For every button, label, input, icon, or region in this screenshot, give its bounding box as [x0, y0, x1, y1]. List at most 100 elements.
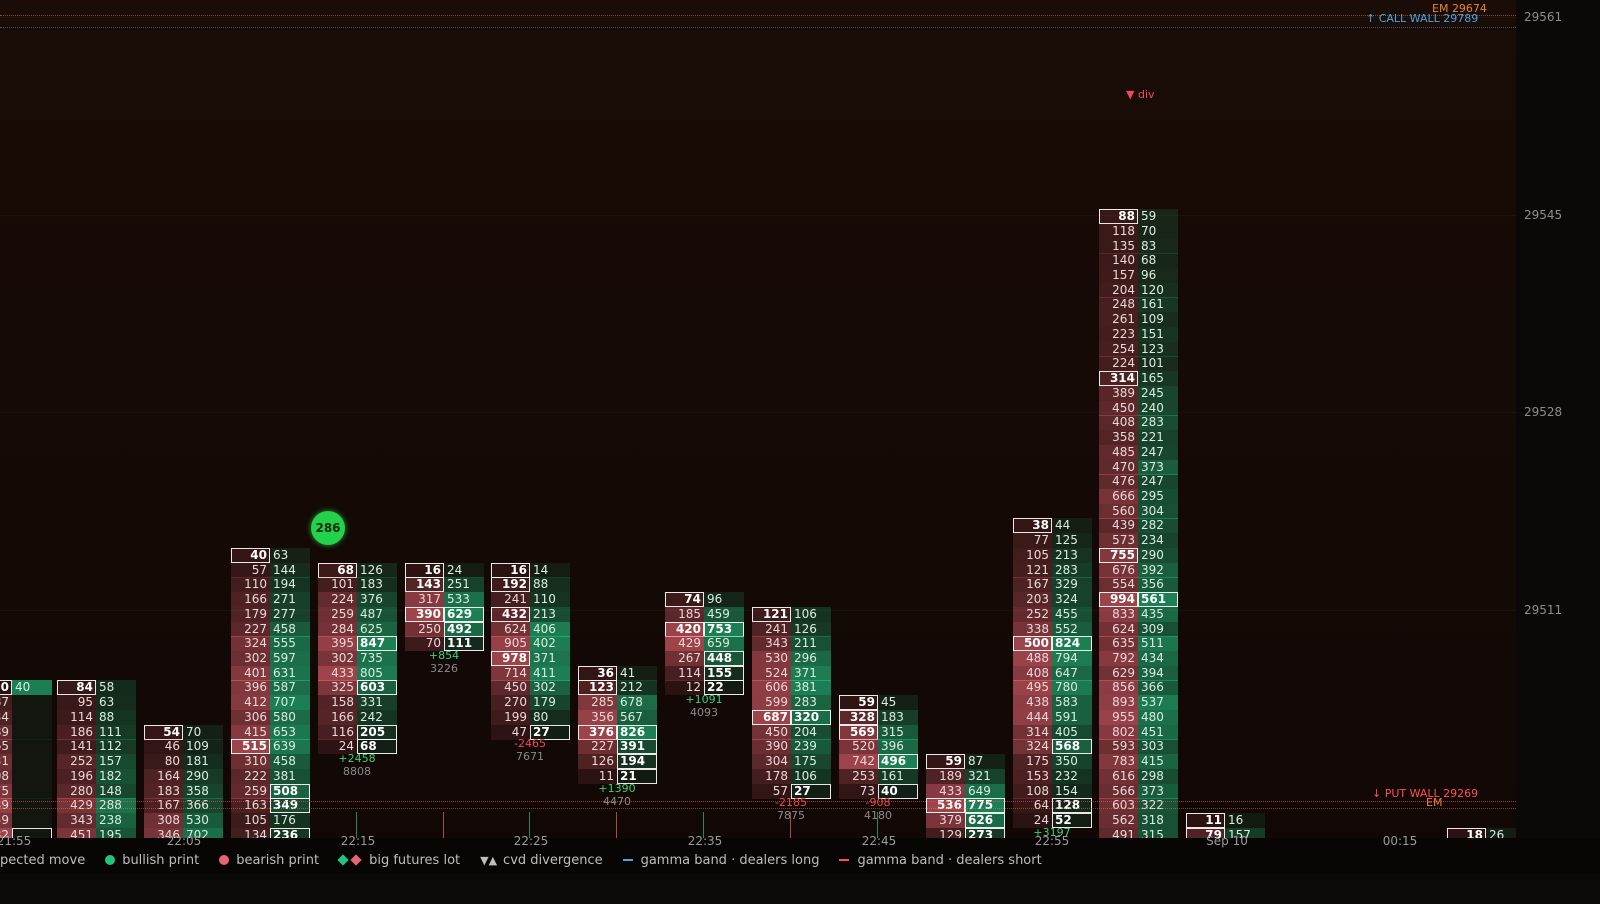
ask-volume-cell: 125 — [1052, 533, 1092, 549]
bid-volume-cell: 994 — [1099, 592, 1138, 608]
bid-volume-cell: 186 — [57, 724, 96, 740]
ask-volume-cell: 14 — [530, 562, 570, 578]
bid-volume-cell: 666 — [1099, 488, 1138, 504]
bid-volume-cell: 114 — [57, 709, 96, 725]
bid-volume-cell: 488 — [1013, 651, 1052, 666]
bid-volume-cell: 429 — [665, 636, 704, 652]
ask-volume-cell: 111 — [96, 724, 136, 740]
ask-volume-cell: 567 — [617, 709, 657, 725]
bid-volume-cell: 134 — [0, 709, 12, 725]
legend-item-expected-move[interactable]: pected move — [0, 853, 85, 868]
ask-volume-cell: 101 — [1138, 356, 1178, 372]
bid-volume-cell: 606 — [752, 680, 791, 696]
bid-volume-cell: 444 — [1013, 709, 1052, 725]
bid-volume-cell: 166 — [231, 592, 270, 608]
red-dot-icon — [219, 855, 230, 865]
price-gridline — [0, 17, 1516, 18]
ask-volume-cell: 824 — [1052, 636, 1092, 652]
price-axis[interactable] — [1516, 0, 1600, 838]
ask-volume-cell: 381 — [270, 768, 310, 784]
ask-volume-cell: 324 — [1052, 592, 1092, 608]
bid-volume-cell: 554 — [1099, 577, 1138, 593]
ask-volume-cell: 302 — [530, 680, 570, 696]
bid-volume-cell: 227 — [578, 739, 617, 755]
ask-volume-cell — [12, 754, 52, 770]
ask-volume-cell: 320 — [791, 709, 831, 725]
em-top-line — [0, 15, 1516, 16]
bid-volume-cell: 259 — [318, 606, 357, 622]
ask-volume-cell: 603 — [357, 680, 397, 696]
ask-volume-cell: 16 — [1225, 813, 1265, 829]
ask-volume-cell: 277 — [270, 606, 310, 622]
ask-volume-cell: 240 — [1138, 400, 1178, 416]
bid-volume-cell: 105 — [1013, 547, 1052, 563]
bid-volume-cell: 231 — [0, 754, 12, 770]
price-tick: 29561 — [1524, 10, 1563, 24]
ask-volume-cell: 653 — [270, 724, 310, 740]
legend-label: big futures lot — [369, 852, 461, 868]
ask-volume-cell: 583 — [1052, 695, 1092, 711]
bid-volume-cell: 792 — [1099, 651, 1138, 666]
candle-volume: 7875 — [777, 809, 805, 823]
ask-volume-cell: 26 — [1486, 827, 1516, 838]
bid-volume-cell: 856 — [1099, 680, 1138, 696]
ask-volume-cell: 394 — [1138, 665, 1178, 681]
legend-item-cvd-divergence[interactable]: ▼▲ cvd divergence — [480, 853, 602, 868]
bid-volume-cell: 185 — [665, 606, 704, 622]
bid-volume-cell: 515 — [231, 739, 270, 755]
bid-volume-cell: 833 — [1099, 606, 1138, 622]
bid-volume-cell: 18 — [1447, 827, 1486, 838]
bid-volume-cell: 408 — [1013, 665, 1052, 681]
ask-volume-cell: 580 — [270, 709, 310, 725]
big-lot-bubble[interactable]: 286 — [311, 511, 345, 545]
legend-item-big-futures-lot[interactable]: big futures lot — [337, 852, 461, 868]
bid-volume-cell: 317 — [405, 592, 444, 608]
ask-volume-cell: 626 — [965, 813, 1005, 829]
orderflow-footprint-chart[interactable]: 0408713418916523120827533925938236135584… — [0, 0, 1600, 904]
bid-volume-cell: 593 — [1099, 739, 1138, 755]
ask-volume-cell: 329 — [1052, 577, 1092, 593]
ask-volume-cell: 109 — [1138, 312, 1178, 328]
ask-volume-cell — [12, 695, 52, 711]
ask-volume-cell: 392 — [1138, 562, 1178, 578]
ask-volume-cell: 144 — [270, 562, 310, 578]
ask-volume-cell: 376 — [357, 592, 397, 608]
bid-volume-cell: 77 — [1013, 533, 1052, 549]
ask-volume-cell: 391 — [617, 739, 657, 755]
bid-volume-cell: 88 — [1099, 209, 1138, 225]
ask-volume-cell: 659 — [704, 636, 744, 652]
ask-volume-cell: 251 — [444, 577, 484, 593]
bid-volume-cell: 328 — [839, 709, 878, 725]
ask-volume-cell: 63 — [96, 695, 136, 711]
bid-volume-cell: 893 — [1099, 695, 1138, 711]
ask-volume-cell: 213 — [530, 606, 570, 622]
bid-volume-cell: 562 — [1099, 813, 1138, 829]
ask-volume-cell: 161 — [1138, 297, 1178, 313]
bid-volume-cell: 259 — [0, 813, 12, 829]
candle-wick — [616, 812, 617, 838]
green-diamond-icon — [337, 854, 349, 866]
plot-area[interactable]: 0408713418916523120827533925938236135584… — [0, 0, 1516, 838]
ask-volume-cell: 373 — [1138, 459, 1178, 475]
legend-item-bearish-print[interactable]: bearish print — [219, 853, 319, 868]
ask-volume-cell: 45 — [878, 695, 918, 711]
ask-volume-cell: 195 — [96, 827, 136, 838]
legend: pected move bullish print bearish print … — [0, 846, 1560, 874]
bid-volume-cell: 95 — [57, 695, 96, 711]
ask-volume-cell: 182 — [96, 768, 136, 784]
legend-item-bullish-print[interactable]: bullish print — [105, 853, 199, 868]
legend-item-gamma-short[interactable]: gamma band · dealers short — [839, 853, 1042, 868]
legend-item-gamma-long[interactable]: gamma band · dealers long — [622, 853, 819, 868]
candle-delta: +854 — [428, 649, 460, 662]
bid-volume-cell: 356 — [578, 709, 617, 725]
bid-volume-cell: 87 — [0, 695, 12, 711]
ask-volume-cell: 194 — [617, 754, 657, 770]
ask-volume-cell: 304 — [1138, 503, 1178, 519]
ask-volume-cell: 211 — [791, 636, 831, 652]
candle-volume: 4093 — [690, 706, 718, 720]
bid-volume-cell: 126 — [578, 754, 617, 770]
bid-volume-cell: 164 — [144, 768, 183, 784]
blue-dash-icon — [622, 859, 633, 861]
ask-volume-cell: 112 — [96, 739, 136, 755]
bid-volume-cell: 121 — [1013, 562, 1052, 578]
